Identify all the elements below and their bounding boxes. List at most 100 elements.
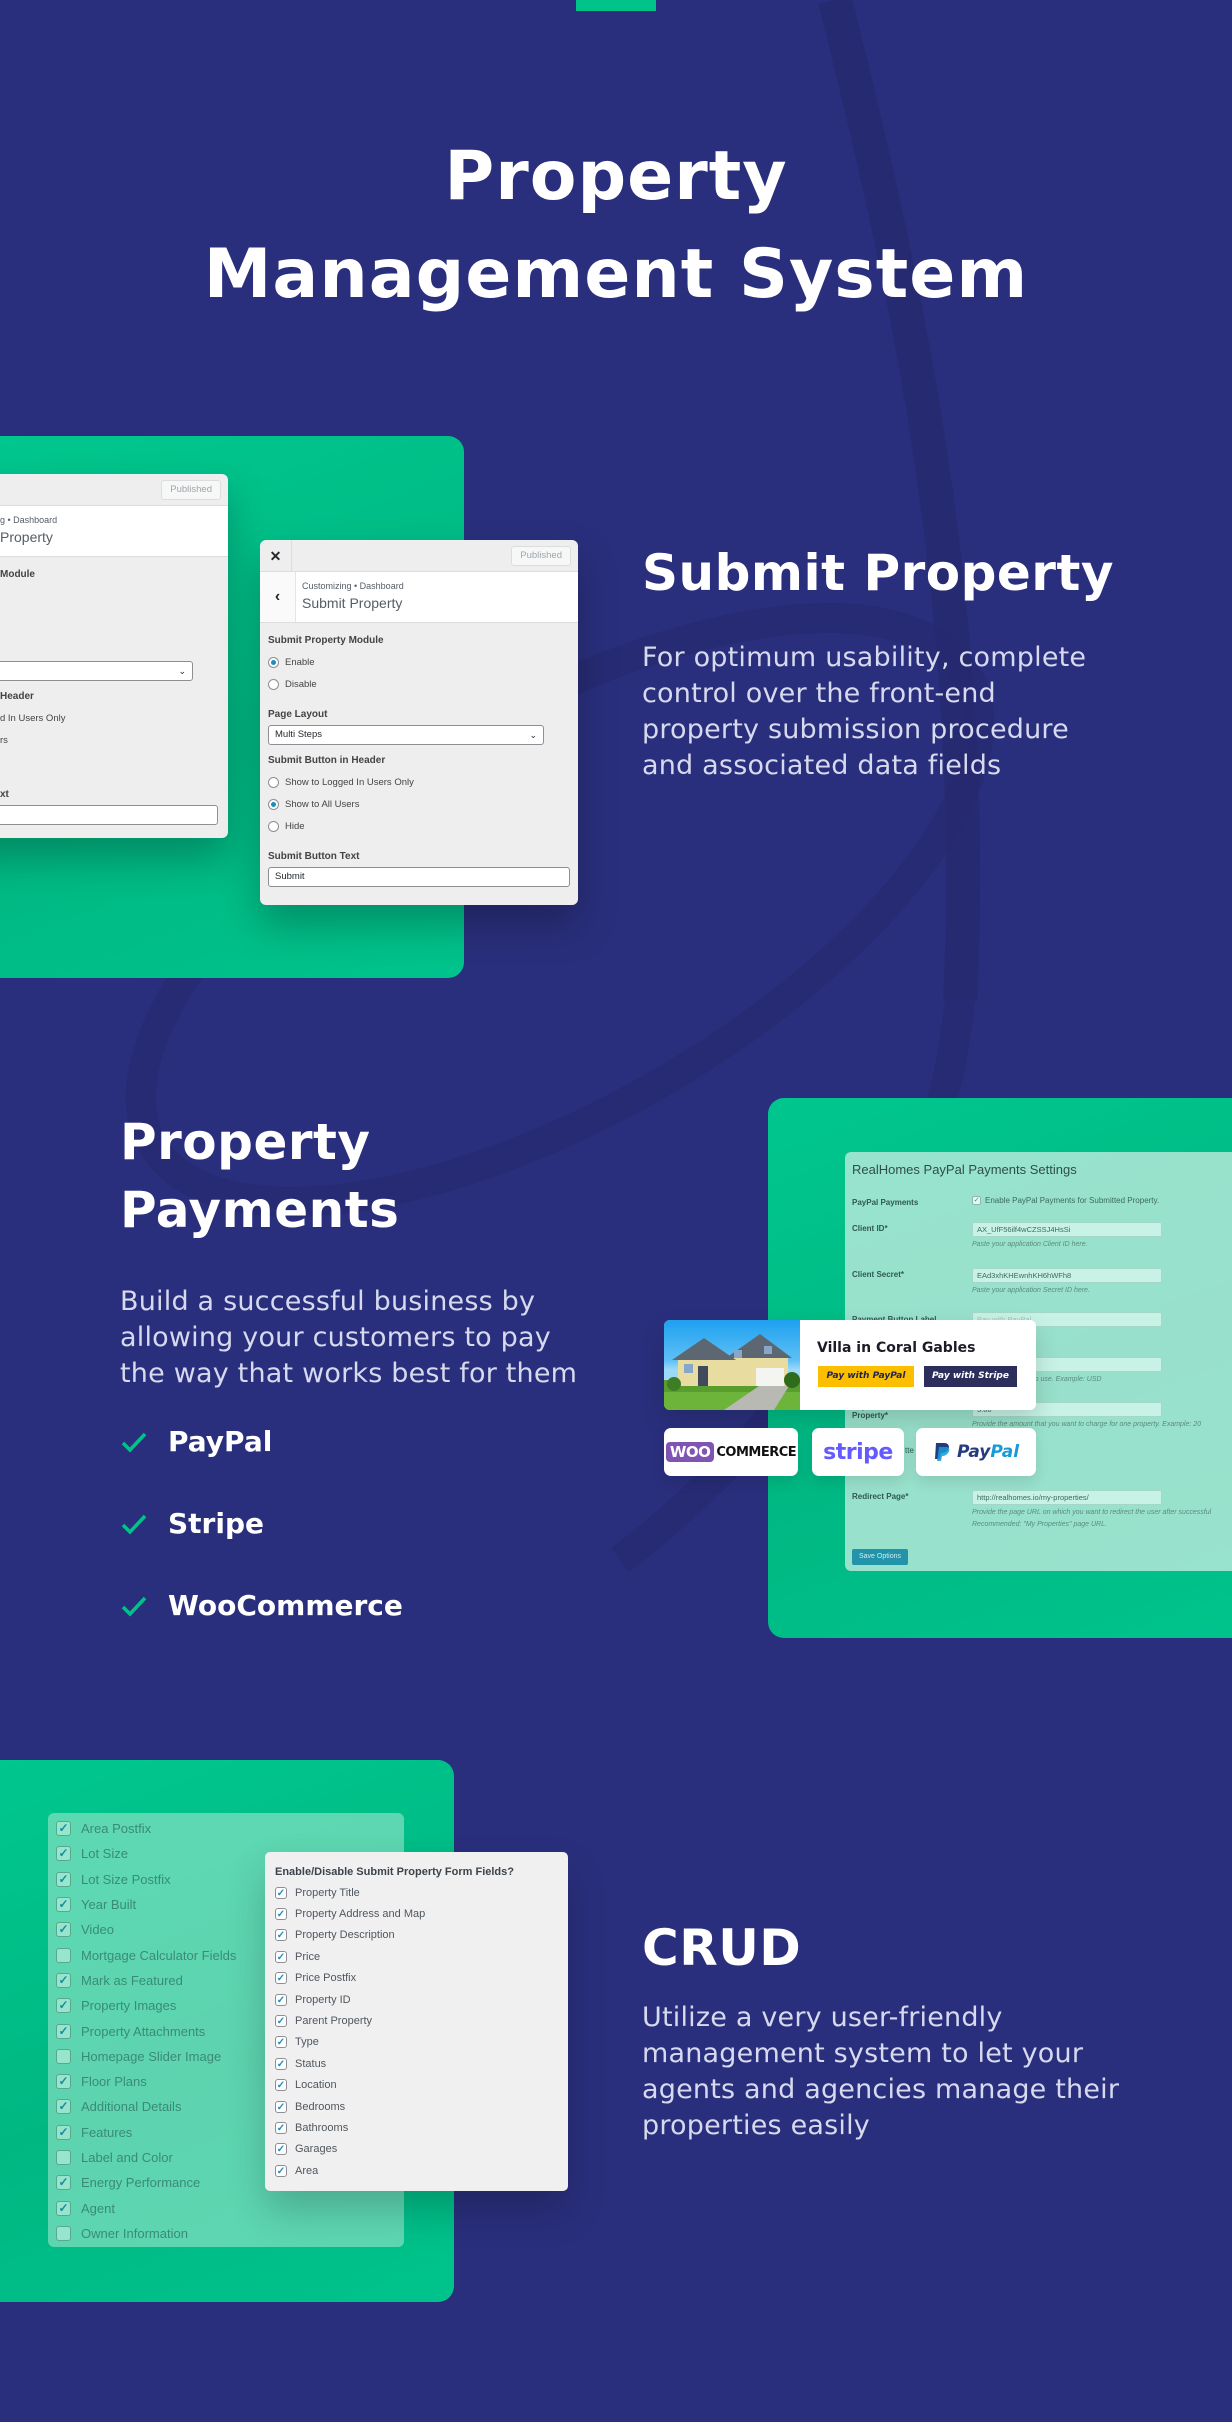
- panel-title: Submit Property: [302, 595, 403, 611]
- client-secret-input[interactable]: EAd3xhKHEwnhKH6hWFh8: [972, 1268, 1162, 1283]
- enable-paypal-checkbox[interactable]: ✓ Enable PayPal Payments for Submitted Pr…: [972, 1196, 1159, 1205]
- checkbox-checked-icon[interactable]: ✓: [56, 1871, 71, 1887]
- published-button[interactable]: Published: [511, 546, 571, 566]
- checkbox-unchecked-icon[interactable]: [56, 1947, 71, 1963]
- radio-selected[interactable]: [268, 798, 279, 810]
- amount-help: Provide the amount that you want to char…: [972, 1421, 1202, 1428]
- radio-unselected[interactable]: [268, 678, 279, 690]
- radio-hide[interactable]: Hide: [268, 815, 570, 837]
- form-field-label: Price: [295, 1950, 321, 1963]
- checkbox-checked-icon[interactable]: ✓: [56, 1972, 71, 1988]
- radio-logged-in[interactable]: d In Users Only: [0, 707, 220, 729]
- form-field-toggle[interactable]: ✓ Price Postfix: [275, 1968, 568, 1989]
- checklist-item-label: Property Attachments: [81, 2023, 206, 2039]
- checkbox-checked-icon[interactable]: ✓: [56, 2074, 71, 2090]
- payments-description: Build a successful business by allowing …: [120, 1286, 578, 1389]
- button-text-input[interactable]: [0, 805, 218, 825]
- checkbox-checked-icon[interactable]: ✓: [56, 1821, 71, 1837]
- radio-unselected[interactable]: [268, 820, 279, 832]
- customizer-panel-front: ✕ Published ‹ Customizing • Dashboard Su…: [260, 540, 578, 905]
- radio-all-users[interactable]: Show to All Users: [268, 793, 570, 815]
- checkbox-checked-icon[interactable]: ✓: [56, 2175, 71, 2191]
- close-icon[interactable]: ✕: [260, 540, 292, 572]
- redirect-input[interactable]: http://realhomes.io/my-properties/: [972, 1490, 1162, 1505]
- checkbox-checked-icon[interactable]: ✓: [275, 2057, 287, 2070]
- checkbox-checked-icon[interactable]: ✓: [56, 1922, 71, 1938]
- client-secret-label: Client Secret*: [852, 1270, 905, 1279]
- page-layout-select[interactable]: Multi Steps ⌄: [268, 725, 544, 745]
- checkbox-unchecked-icon[interactable]: [56, 2150, 71, 2165]
- pay-with-stripe-button[interactable]: Pay with Stripe: [924, 1366, 1017, 1387]
- save-options-button[interactable]: Save Options: [852, 1549, 908, 1565]
- stripe-logo-card: stripe: [812, 1428, 904, 1476]
- checkbox-checked-icon[interactable]: ✓: [275, 2036, 287, 2049]
- form-field-toggle[interactable]: ✓ Bedrooms: [275, 2096, 568, 2117]
- button-text-input[interactable]: Submit: [268, 867, 570, 887]
- checkbox-checked-icon[interactable]: ✓: [275, 2143, 287, 2156]
- panel-title: Property: [0, 529, 53, 545]
- radio-all-users[interactable]: rs: [0, 729, 220, 751]
- payment-method-woocommerce: WooCommerce: [120, 1589, 403, 1622]
- form-field-label: Status: [295, 2057, 327, 2070]
- form-field-toggle[interactable]: ✓ Price: [275, 1946, 568, 1967]
- checkbox-checked-icon[interactable]: ✓: [56, 1998, 71, 2014]
- form-field-toggle[interactable]: ✓ Property Title: [275, 1882, 568, 1903]
- checkbox-checked-icon[interactable]: ✓: [275, 1886, 287, 1899]
- radio-selected[interactable]: [268, 656, 279, 668]
- form-field-toggle[interactable]: ✓ Bathrooms: [275, 2117, 568, 2138]
- checkbox-checked-icon[interactable]: ✓: [56, 2099, 71, 2115]
- redirect-label: Redirect Page*: [852, 1492, 909, 1501]
- checkbox-unchecked-icon[interactable]: [56, 2225, 71, 2241]
- form-field-toggle[interactable]: ✓ Type: [275, 2032, 568, 2053]
- checklist-item[interactable]: ✓ Area Postfix: [48, 1816, 404, 1841]
- checkbox-checked-icon[interactable]: ✓: [56, 1846, 71, 1862]
- checkbox-checked-icon[interactable]: ✓: [56, 2200, 71, 2216]
- checkbox-checked-icon[interactable]: ✓: [972, 1196, 981, 1205]
- form-field-toggle[interactable]: ✓ Location: [275, 2075, 568, 2096]
- back-arrow-icon[interactable]: ‹: [260, 572, 296, 622]
- checkbox-checked-icon[interactable]: ✓: [275, 2121, 287, 2134]
- checkbox-checked-icon[interactable]: ✓: [275, 2079, 287, 2092]
- form-field-toggle[interactable]: ✓ Status: [275, 2053, 568, 2074]
- form-field-label: Price Postfix: [295, 1972, 357, 1985]
- payments-heading: Property Payments: [120, 1113, 400, 1239]
- checklist-item-label: Energy Performance: [81, 2175, 201, 2191]
- checklist-item[interactable]: ✓ Agent: [48, 2195, 404, 2220]
- check-icon: [121, 1514, 147, 1535]
- module-label: Module: [0, 569, 35, 580]
- breadcrumb: Customizing • Dashboard: [302, 581, 404, 591]
- checklist-item[interactable]: Owner Information: [48, 2221, 404, 2246]
- radio-logged-in-only[interactable]: Show to Logged In Users Only: [268, 771, 570, 793]
- form-field-toggle[interactable]: ✓ Parent Property: [275, 2010, 568, 2031]
- radio-enable[interactable]: Enable: [268, 651, 570, 673]
- form-field-toggle[interactable]: ✓ Property ID: [275, 1989, 568, 2010]
- radio-unselected[interactable]: [268, 776, 279, 788]
- paypal-logo-card: PayPal: [916, 1428, 1036, 1476]
- form-field-label: Parent Property: [295, 2015, 373, 2028]
- checkbox-checked-icon[interactable]: ✓: [275, 1950, 287, 1963]
- pay-with-paypal-button[interactable]: Pay with PayPal: [818, 1366, 914, 1387]
- form-field-toggle[interactable]: ✓ Garages: [275, 2139, 568, 2160]
- form-field-toggle[interactable]: ✓ Property Description: [275, 1925, 568, 1946]
- checklist-item-label: Mark as Featured: [81, 1972, 183, 1988]
- checkbox-checked-icon[interactable]: ✓: [275, 2100, 287, 2113]
- client-id-input[interactable]: AX_UfF56ilf4wCZSSJ4HsSi: [972, 1222, 1162, 1237]
- form-field-toggle[interactable]: ✓ Area: [275, 2160, 568, 2181]
- checkbox-checked-icon[interactable]: ✓: [275, 1972, 287, 1985]
- checkbox-checked-icon[interactable]: ✓: [275, 2164, 287, 2177]
- page-layout-select[interactable]: ⌄: [0, 661, 193, 681]
- checkbox-checked-icon[interactable]: ✓: [56, 1897, 71, 1913]
- checkbox-checked-icon[interactable]: ✓: [275, 1993, 287, 2006]
- form-field-label: Property Description: [295, 1929, 395, 1942]
- checkbox-checked-icon[interactable]: ✓: [275, 2015, 287, 2028]
- paypal-logo-text: PayPal: [956, 1442, 1020, 1462]
- partial-label: tte: [905, 1446, 914, 1455]
- form-field-toggle[interactable]: ✓ Property Address and Map: [275, 1903, 568, 1924]
- checkbox-checked-icon[interactable]: ✓: [275, 1929, 287, 1942]
- redirect-help: Provide the page URL on which you want t…: [972, 1509, 1212, 1516]
- checkbox-checked-icon[interactable]: ✓: [275, 1908, 287, 1921]
- radio-disable[interactable]: Disable: [268, 673, 570, 695]
- checkbox-unchecked-icon[interactable]: [56, 2048, 71, 2064]
- checkbox-checked-icon[interactable]: ✓: [56, 2124, 71, 2140]
- checkbox-checked-icon[interactable]: ✓: [56, 2023, 71, 2039]
